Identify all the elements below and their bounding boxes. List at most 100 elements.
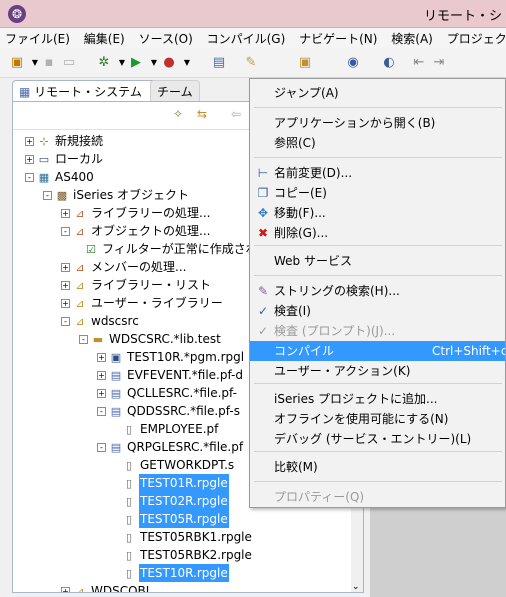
tree-node[interactable]: + ⊿ WDSCOBJ (61, 582, 150, 593)
menu-item[interactable]: オフラインを使用可能にする(N) (250, 409, 505, 429)
member-icon: ▯ (125, 513, 133, 526)
expand-icon[interactable]: + (61, 299, 70, 308)
scroll-down-icon[interactable]: ⌄ (352, 582, 360, 592)
menu-item[interactable]: 比較(M) (250, 457, 505, 477)
tree-node[interactable]: + ⊿ ユーザー・ライブラリー (61, 294, 224, 312)
menu-project[interactable]: プロジェクト(P) (442, 28, 506, 48)
menu-item[interactable]: Web サービス (250, 251, 505, 271)
menu-item-label: iSeries プロジェクトに追加... (274, 392, 438, 406)
expand-icon[interactable]: + (61, 587, 70, 592)
tree-node[interactable]: + ⊿ メンバーの処理... (61, 258, 187, 276)
filter-icon: ⊿ (75, 585, 85, 593)
menu-compile[interactable]: コンパイル(G) (202, 28, 291, 48)
expand-icon[interactable]: + (61, 209, 70, 218)
tree-node[interactable]: - ▩ iSeries オブジェクト (43, 186, 190, 204)
expand-icon[interactable]: + (25, 155, 34, 164)
menu-item[interactable]: ユーザー・アクション(K) (250, 361, 505, 381)
local-computer-icon: ▭ (38, 153, 50, 166)
menu-item[interactable]: デバッグ (サービス・エントリー)(L) (250, 429, 505, 449)
tab-remote-systems[interactable]: ▦ リモート・システム ✕ (12, 80, 166, 102)
tab-team[interactable]: チーム (150, 80, 200, 102)
open-folder-icon[interactable]: ▣ (296, 54, 314, 72)
expand-icon[interactable]: + (61, 263, 70, 272)
tree-node[interactable]: - ⊿ wdscsrc (61, 312, 140, 330)
menu-item[interactable]: ✖ 削除(G)... (250, 223, 505, 243)
expand-icon[interactable]: + (25, 137, 34, 146)
app-icon[interactable]: ❂ (8, 5, 26, 23)
menu-item[interactable]: ジャンプ(A) (250, 83, 505, 103)
pin-icon[interactable]: ✎ (242, 54, 260, 72)
save-icon[interactable]: ▪ (40, 54, 58, 72)
expand-icon[interactable]: + (97, 371, 106, 380)
tree-node[interactable]: - ▬ WDSCSRC.*lib.test (79, 330, 222, 348)
collapse-icon[interactable]: - (61, 227, 70, 236)
tree-node[interactable]: + ⊹ 新規接続 (25, 132, 104, 150)
menu-source[interactable]: ソース(O) (134, 28, 198, 48)
menu-item[interactable]: ✓ 検査 (プロンプト)(J)... (250, 321, 505, 341)
menu-item[interactable]: 参照(C) (250, 133, 505, 153)
run-icon[interactable]: ▶ (127, 54, 145, 72)
debug-icon[interactable]: ✲ (95, 54, 113, 72)
tree-node[interactable]: - ⊿ オブジェクトの処理... (61, 222, 211, 240)
print-icon[interactable]: ▭ (60, 54, 78, 72)
menu-item[interactable]: iSeries プロジェクトに追加... (250, 389, 505, 409)
back-icon[interactable]: ⇦ (231, 107, 241, 121)
menu-item[interactable]: コンパイル Ctrl+Shift+c (250, 341, 505, 361)
source-file-icon: ▤ (110, 441, 122, 454)
tree-node[interactable]: ▯ TEST05RBK2.rpgle (121, 546, 253, 564)
verify-prompt-icon: ✓ (257, 324, 269, 338)
menu-item[interactable]: プロパティー(Q) (250, 487, 505, 507)
tree-node[interactable]: + ▭ ローカル (25, 150, 104, 168)
collapse-icon[interactable]: - (61, 317, 70, 326)
menu-file[interactable]: ファイル(E) (0, 28, 75, 48)
task-list-icon[interactable]: ▤ (210, 54, 228, 72)
window-titlebar: ❂ リモート・シ (0, 0, 506, 28)
expand-icon[interactable]: + (97, 353, 106, 362)
tree-node[interactable]: + ▤ EVFEVENT.*file.pf-d (97, 366, 244, 384)
tree-node[interactable]: + ⊿ ライブラリーの処理... (61, 204, 211, 222)
tree-node[interactable]: ▯ TEST01R.rpgle (121, 474, 229, 492)
member-icon: ▯ (125, 459, 133, 472)
tree-node[interactable]: ▯ GETWORKDPT.s (121, 456, 235, 474)
expand-icon[interactable]: + (97, 389, 106, 398)
tree-node[interactable]: ☑ フィルターが正常に作成され (83, 240, 259, 258)
collapse-icon[interactable]: - (25, 173, 34, 182)
collapse-icon[interactable]: - (79, 335, 88, 344)
dropdown-arrow-icon[interactable]: ▼ (178, 54, 196, 72)
menu-item[interactable]: ✓ 検査(I) (250, 301, 505, 321)
expand-icon[interactable]: + (61, 281, 70, 290)
collapse-icon[interactable]: - (97, 443, 106, 452)
tree-node[interactable]: ▯ TEST10R.rpgle (121, 564, 229, 582)
tree-node[interactable]: - ▤ QDDSSRC.*file.pf-s (97, 402, 241, 420)
menu-item[interactable]: アプリケーションから開く(B) (250, 113, 505, 133)
tree-node[interactable]: + ⊿ ライブラリー・リスト (61, 276, 212, 294)
menu-edit[interactable]: 編集(E) (79, 28, 130, 48)
tree-node[interactable]: + ▤ QCLLESRC.*file.pf- (97, 384, 238, 402)
tree-node[interactable]: ▯ TEST05R.rpgle (121, 510, 229, 528)
new-wizard-icon[interactable]: ▣ (8, 54, 26, 72)
tree-node[interactable]: ▯ TEST05RBK1.rpgle (121, 528, 253, 546)
perspective-icon[interactable]: ◉ (344, 54, 362, 72)
collapse-icon[interactable]: - (97, 407, 106, 416)
menu-item[interactable]: ⊢ 名前変更(D)... (250, 163, 505, 183)
navigate-forward-icon[interactable]: ⇥ (430, 54, 448, 72)
external-tools-icon[interactable]: ● (160, 54, 178, 72)
link-editor-icon[interactable]: ⇆ (197, 107, 207, 121)
tree-node[interactable]: - ▤ QRPGLESRC.*file.pf (97, 438, 244, 456)
tree-node-label: TEST05RBK1.rpgle (140, 530, 252, 544)
tree-node[interactable]: ▯ EMPLOYEE.pf (121, 420, 219, 438)
menu-item[interactable]: ✥ 移動(F)... (250, 203, 505, 223)
tree-node-label: EMPLOYEE.pf (140, 422, 219, 436)
navigate-back-icon[interactable]: ⇤ (410, 54, 428, 72)
tree-node[interactable]: - ▦ AS400 (25, 168, 95, 186)
menu-navigate[interactable]: ナビゲート(N) (294, 28, 382, 48)
new-connection-tool-icon[interactable]: ✧ (173, 107, 183, 121)
verify-icon: ✓ (257, 304, 269, 318)
collapse-icon[interactable]: - (43, 191, 52, 200)
globe-icon[interactable]: ◐ (380, 54, 398, 72)
tree-node[interactable]: ▯ TEST02R.rpgle (121, 492, 229, 510)
tree-node[interactable]: + ▣ TEST10R.*pgm.rpgl (97, 348, 245, 366)
menu-item[interactable]: ✎ ストリングの検索(H)... (250, 281, 505, 301)
menu-item[interactable]: ❐ コピー(E) (250, 183, 505, 203)
menu-search[interactable]: 検索(A) (386, 28, 438, 48)
